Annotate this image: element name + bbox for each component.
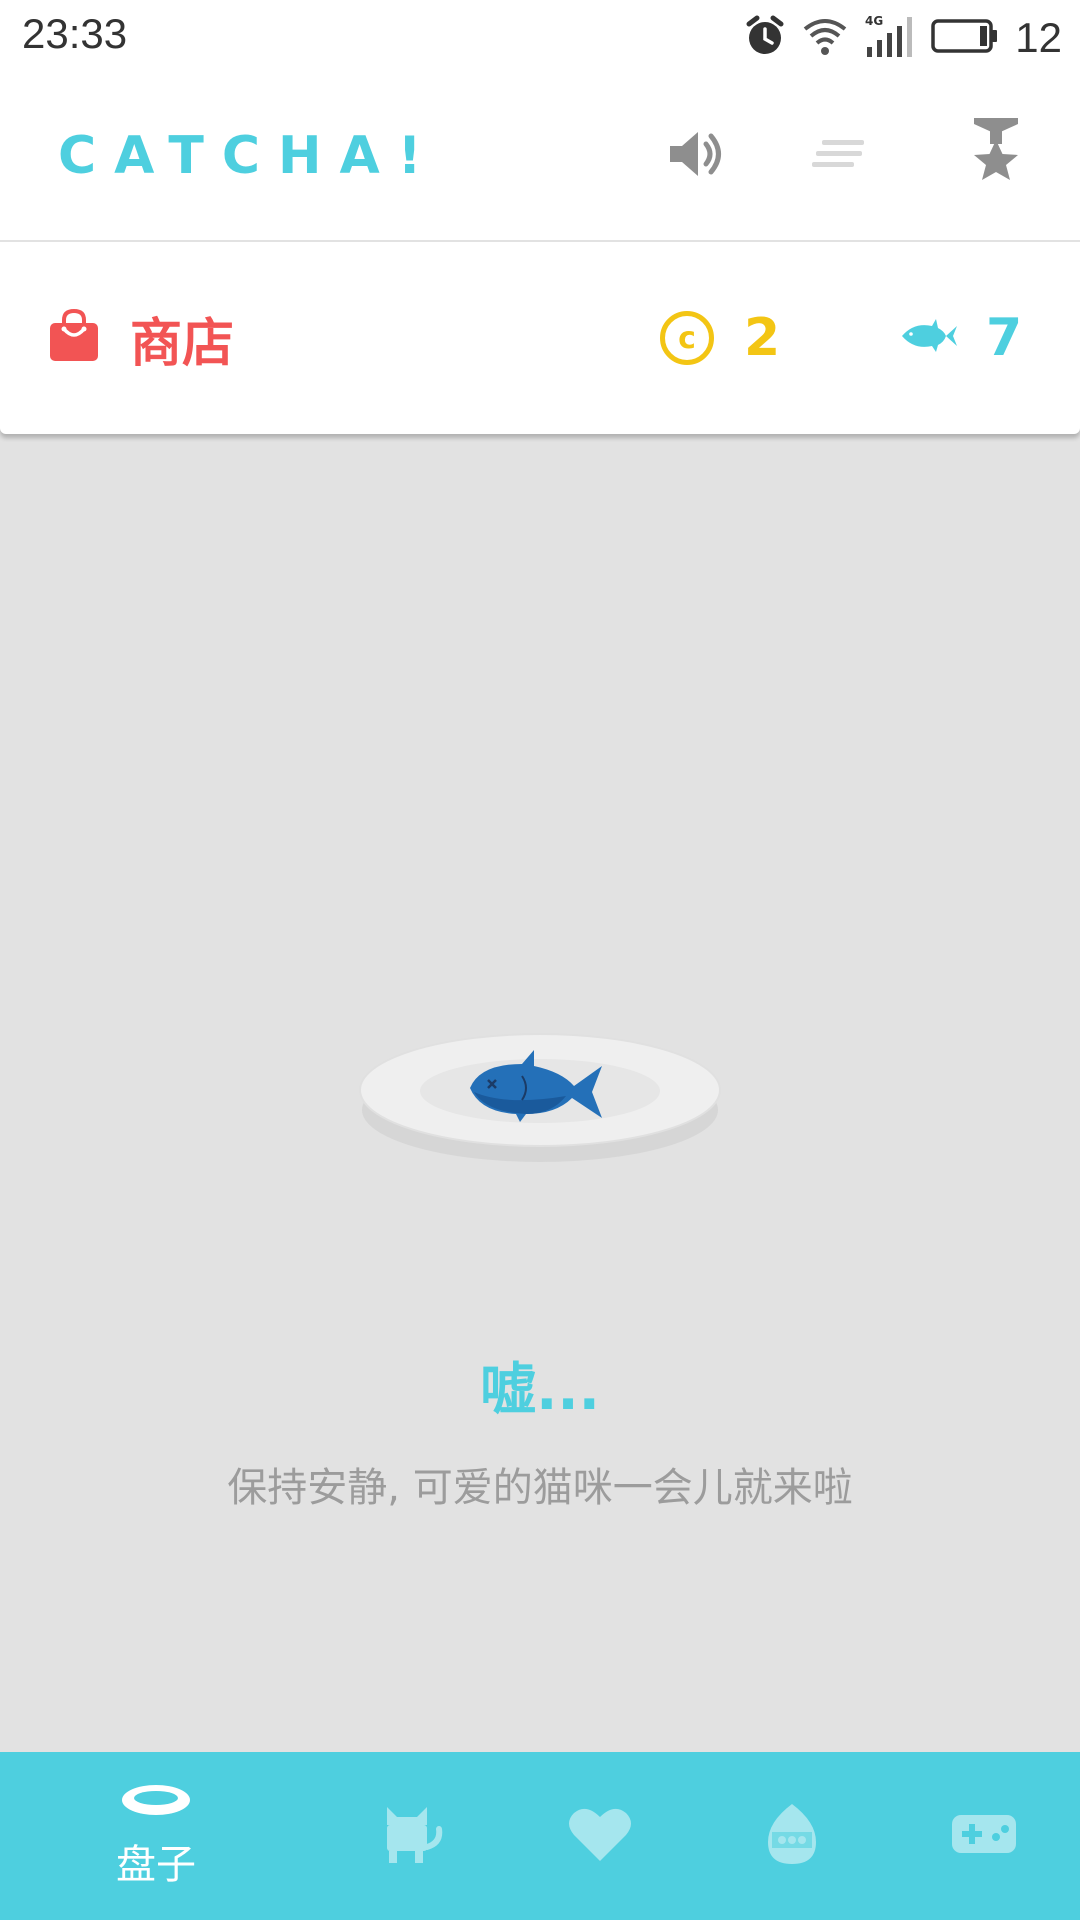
tab-plate-label: 盘子 [116, 1842, 196, 1888]
battery-level: 12 [1015, 14, 1062, 61]
status-bar: 23:33 4G 12 [0, 0, 1080, 76]
tab-favorites[interactable] [520, 1752, 680, 1920]
fish-icon [900, 318, 958, 358]
tab-eggs[interactable] [712, 1752, 872, 1920]
fish-plate[interactable] [356, 1030, 724, 1170]
hint-title: 嘘... [480, 1358, 600, 1423]
coin-count: 2 [744, 308, 781, 368]
hint-text: 保持安静, 可爱的猫咪一会儿就来啦 [227, 1465, 853, 1511]
tab-games[interactable] [904, 1752, 1064, 1920]
app-header: CATCHA! [0, 76, 1080, 240]
store-card: 商店 c 2 7 [0, 242, 1080, 434]
cat-icon [381, 1803, 443, 1869]
plate-icon [120, 1782, 192, 1822]
status-icons: 4G 12 [745, 12, 1062, 64]
egg-icon [764, 1802, 820, 1870]
speaker-icon [664, 122, 728, 190]
status-time: 23:33 [22, 10, 128, 57]
battery-icon [931, 18, 999, 58]
svg-text:4G: 4G [865, 14, 883, 28]
coin-balance: c 2 [660, 308, 780, 368]
coin-icon: c [660, 311, 714, 365]
list-button[interactable] [800, 116, 880, 196]
fish-count: 7 [986, 308, 1023, 368]
tab-plate[interactable]: 盘子 [76, 1752, 236, 1920]
app-title: CATCHA! [58, 126, 440, 186]
gamepad-icon [950, 1813, 1018, 1859]
menu-lines-icon [808, 132, 872, 180]
achievements-button[interactable] [956, 116, 1036, 196]
medal-icon [968, 116, 1024, 196]
tab-cats[interactable] [332, 1752, 492, 1920]
alarm-icon [745, 15, 785, 61]
shopping-bag-icon [48, 308, 100, 367]
wifi-icon [801, 15, 849, 61]
store-button[interactable]: 商店 [48, 300, 234, 376]
fish-balance: 7 [900, 308, 1022, 368]
heart-icon [568, 1805, 632, 1867]
sound-button[interactable] [656, 116, 736, 196]
bottom-nav: 盘子 [0, 1752, 1080, 1920]
store-label: 商店 [130, 313, 235, 374]
signal-4g-icon: 4G [865, 13, 915, 63]
